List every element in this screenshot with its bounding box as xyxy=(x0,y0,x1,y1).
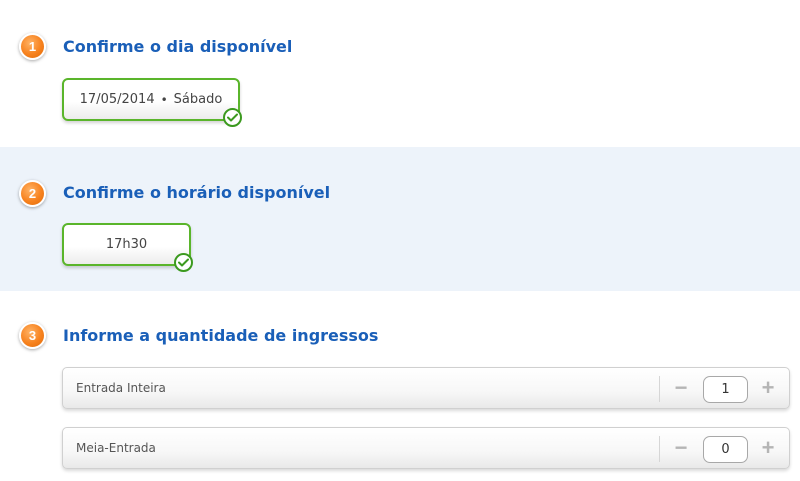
step-number-badge: 1 xyxy=(19,33,46,60)
ticket-row-meia: Meia-Entrada − 0 + xyxy=(62,427,790,469)
decrease-button[interactable]: − xyxy=(669,435,693,461)
check-circle-icon xyxy=(174,253,193,272)
selected-weekday: Sábado xyxy=(173,92,223,107)
decrease-button[interactable]: − xyxy=(669,375,693,401)
ticket-type-label: Meia-Entrada xyxy=(76,441,156,455)
increase-button[interactable]: + xyxy=(756,435,780,461)
selected-date: 17/05/2014 xyxy=(79,92,155,107)
step-title: Confirme o dia disponível xyxy=(63,37,293,56)
time-select[interactable]: 17h30 xyxy=(62,223,193,272)
step-title: Confirme o horário disponível xyxy=(63,183,331,202)
step-title: Informe a quantidade de ingressos xyxy=(63,326,379,345)
step-time-section: 2 Confirme o horário disponível 17h30 xyxy=(0,147,800,291)
check-circle-icon xyxy=(223,108,242,127)
step-number-badge: 3 xyxy=(19,322,46,349)
increase-button[interactable]: + xyxy=(756,375,780,401)
step-number-badge: 2 xyxy=(19,180,46,207)
date-separator: • xyxy=(160,92,168,107)
quantity-field[interactable]: 1 xyxy=(703,376,748,403)
step-day-section: 1 Confirme o dia disponível 17/05/2014 •… xyxy=(0,0,800,147)
day-select[interactable]: 17/05/2014 • Sábado xyxy=(62,78,242,127)
ticket-type-label: Entrada Inteira xyxy=(76,381,166,395)
step-tickets-section: 3 Informe a quantidade de ingressos Entr… xyxy=(0,291,800,481)
selected-time: 17h30 xyxy=(105,237,148,252)
quantity-field[interactable]: 0 xyxy=(703,436,748,463)
row-divider xyxy=(659,376,660,402)
ticket-row-inteira: Entrada Inteira − 1 + xyxy=(62,367,790,409)
row-divider xyxy=(659,436,660,462)
